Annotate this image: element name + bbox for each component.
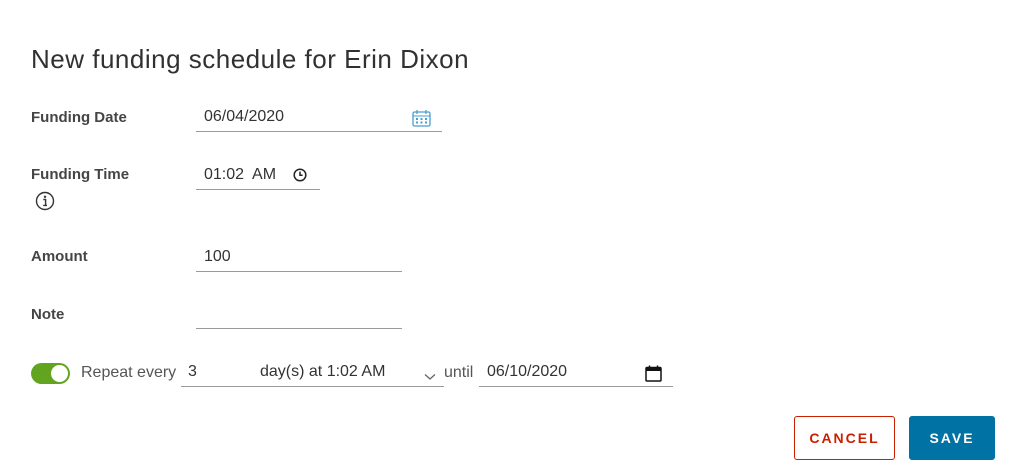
repeat-interval-value: 3 <box>188 363 197 380</box>
amount-input[interactable]: 100 <box>196 246 402 272</box>
calendar-icon[interactable] <box>412 109 431 132</box>
toggle-knob <box>51 365 68 382</box>
clock-icon[interactable] <box>293 168 307 187</box>
repeat-unit-value: day(s) at 1:02 AM <box>260 363 386 380</box>
funding-date-field[interactable]: 06/04/2020 <box>196 106 442 132</box>
amount-label: Amount <box>31 248 88 265</box>
save-button[interactable]: SAVE <box>909 416 995 460</box>
repeat-toggle[interactable] <box>31 363 70 384</box>
cancel-button[interactable]: CANCEL <box>794 416 895 460</box>
note-input[interactable] <box>196 303 402 329</box>
repeat-every-label: Repeat every <box>81 364 177 381</box>
chevron-down-icon[interactable] <box>424 368 436 386</box>
until-date-value: 06/10/2020 <box>487 363 568 380</box>
note-label: Note <box>31 306 65 323</box>
until-date-field[interactable]: 06/10/2020 <box>479 361 673 387</box>
info-icon[interactable] <box>35 191 55 216</box>
until-label: until <box>444 364 474 381</box>
funding-date-value: 06/04/2020 <box>204 108 285 125</box>
funding-time-field[interactable]: 01:02 AM <box>196 164 320 190</box>
repeat-interval-select[interactable]: 3 day(s) at 1:02 AM <box>181 361 444 387</box>
funding-time-value: 01:02 AM <box>204 166 277 183</box>
dialog-title: New funding schedule for Erin Dixon <box>31 44 470 74</box>
funding-date-label: Funding Date <box>31 109 127 126</box>
funding-time-label: Funding Time <box>31 166 130 183</box>
calendar-icon[interactable] <box>645 365 662 387</box>
amount-value: 100 <box>204 248 231 265</box>
